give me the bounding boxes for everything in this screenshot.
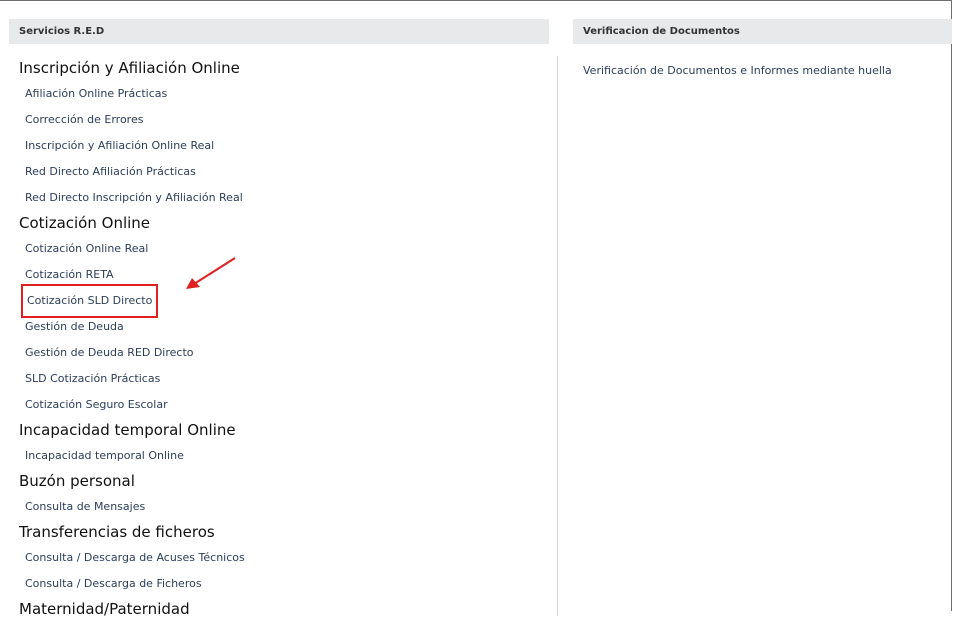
link-red-directo-inscripcion-real[interactable]: Red Directo Inscripción y Afiliación Rea… [0,185,556,211]
link-gestion-deuda-red-directo[interactable]: Gestión de Deuda RED Directo [0,340,556,366]
link-verificacion-documentos[interactable]: Verificación de Documentos e Informes me… [583,64,892,77]
link-red-directo-afiliacion-practicas[interactable]: Red Directo Afiliación Prácticas [0,159,556,185]
link-descarga-acuses-tecnicos[interactable]: Consulta / Descarga de Acuses Técnicos [0,545,556,571]
section-title: Buzón personal [19,472,135,490]
link-correccion-errores[interactable]: Corrección de Errores [0,107,556,133]
section-buzon-personal: Buzón personal Consulta de Mensajes [0,469,556,520]
link-descarga-ficheros[interactable]: Consulta / Descarga de Ficheros [0,571,556,597]
section-title: Inscripción y Afiliación Online [19,59,240,77]
servicios-red-header: Servicios R.E.D [9,19,549,44]
link-sld-cotizacion-practicas[interactable]: SLD Cotización Prácticas [0,366,556,392]
link-cotizacion-reta[interactable]: Cotización RETA [0,262,556,288]
link-afiliacion-online-practicas[interactable]: Afiliación Online Prácticas [0,81,556,107]
section-title: Maternidad/Paternidad [19,600,190,618]
section-incapacidad-temporal: Incapacidad temporal Online Incapacidad … [0,418,556,469]
link-cotizacion-online-real[interactable]: Cotización Online Real [0,236,556,262]
services-list: Inscripción y Afiliación Online Afiliaci… [0,56,556,622]
arrow-head [186,278,200,289]
link-incapacidad-temporal-online[interactable]: Incapacidad temporal Online [0,443,556,469]
annotation-arrow [186,257,236,289]
link-gestion-deuda[interactable]: Gestión de Deuda [0,314,556,340]
link-cotizacion-seguro-escolar[interactable]: Cotización Seguro Escolar [0,392,556,418]
section-transferencias-ficheros: Transferencias de ficheros Consulta / De… [0,520,556,597]
section-cotizacion-online: Cotización Online Cotización Online Real… [0,211,556,418]
link-consulta-mensajes[interactable]: Consulta de Mensajes [0,494,556,520]
section-title: Transferencias de ficheros [19,523,215,541]
panel-divider [557,56,558,616]
arrow-shaft [193,257,236,285]
link-cotizacion-sld-directo[interactable]: Cotización SLD Directo [0,284,556,318]
section-maternidad-paternidad: Maternidad/Paternidad [0,597,556,622]
section-title: Cotización Online [19,214,151,232]
link-inscripcion-afiliacion-real[interactable]: Inscripción y Afiliación Online Real [0,133,556,159]
verificacion-header: Verificacion de Documentos [573,19,952,44]
section-inscripcion-afiliacion: Inscripción y Afiliación Online Afiliaci… [0,56,556,211]
section-title: Incapacidad temporal Online [19,421,236,439]
